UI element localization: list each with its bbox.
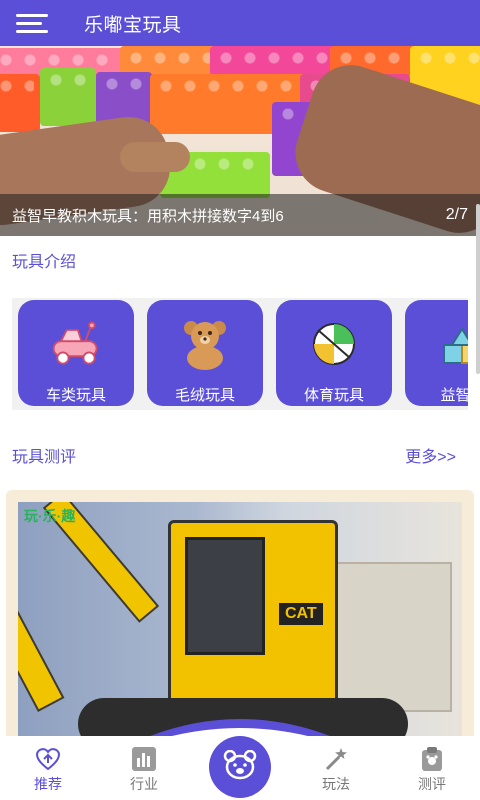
banner-carousel[interactable]: 益智早教积木玩具：用积木拼接数字4到6 2/7: [0, 46, 480, 236]
nav-label: 玩法: [322, 776, 350, 792]
video-watermark: 玩·乐·趣: [24, 508, 76, 524]
top-bar: 乐嘟宝玩具: [0, 0, 480, 46]
category-plush-toys[interactable]: 毛绒玩具: [147, 300, 263, 406]
category-car-toys[interactable]: 车类玩具: [18, 300, 134, 406]
hamburger-menu-icon[interactable]: [0, 0, 64, 46]
more-link[interactable]: 更多>>: [405, 443, 456, 467]
toy-box-image: [332, 562, 452, 712]
category-label: 体育玩具: [303, 387, 364, 404]
category-puzzle-toys[interactable]: 益智玩: [405, 300, 468, 406]
app-screen: 乐嘟宝玩具 益智早教积木玩具：用积木拼接数字4到6 2/7 玩具介绍 车类玩具 …: [0, 0, 480, 800]
app-title: 乐嘟宝玩具: [84, 14, 182, 36]
clipboard-icon: [419, 746, 445, 772]
bear-face-icon: [223, 749, 257, 785]
puzzle-blocks-icon: [435, 318, 468, 370]
category-sports-toys[interactable]: 体育玩具: [276, 300, 392, 406]
review-section-title: 玩具测评: [12, 449, 77, 466]
nav-item-review[interactable]: 测评: [384, 736, 480, 800]
industry-icon: [131, 746, 157, 772]
nav-item-industry[interactable]: 行业: [96, 736, 192, 800]
banner-caption-bar: 益智早教积木玩具：用积木拼接数字4到6 2/7: [0, 194, 480, 236]
banner-page-indicator: 2/7: [445, 206, 468, 223]
category-label: 毛绒玩具: [174, 387, 235, 404]
review-section-header: 玩具测评 更多>>: [0, 440, 480, 470]
scrollbar[interactable]: [476, 204, 480, 374]
excavator-cab: CAT: [168, 520, 338, 710]
category-label: 车类玩具: [45, 387, 106, 404]
nav-label: 测评: [418, 776, 446, 792]
recommend-icon: [35, 746, 61, 772]
nav-label: 推荐: [34, 776, 62, 792]
cat-brand-badge: CAT: [279, 603, 323, 625]
toy-car-icon: [48, 318, 104, 370]
center-action-button[interactable]: [209, 736, 271, 798]
intro-section-header: 玩具介绍: [0, 245, 480, 275]
teddy-bear-icon: [177, 318, 233, 370]
category-label: 益智玩: [440, 387, 468, 404]
nav-label: 行业: [130, 776, 158, 792]
nav-item-recommend[interactable]: 推荐: [0, 736, 96, 800]
ball-icon: [306, 318, 362, 370]
nav-item-play[interactable]: 玩法: [288, 736, 384, 800]
banner-caption: 益智早教积木玩具：用积木拼接数字4到6: [12, 207, 284, 225]
intro-section-title: 玩具介绍: [12, 254, 77, 271]
review-card[interactable]: CAT 玩·乐·趣: [6, 490, 474, 750]
magic-wand-icon: [323, 746, 349, 772]
category-carousel[interactable]: 车类玩具 毛绒玩具 体育玩具 益智: [12, 298, 468, 410]
